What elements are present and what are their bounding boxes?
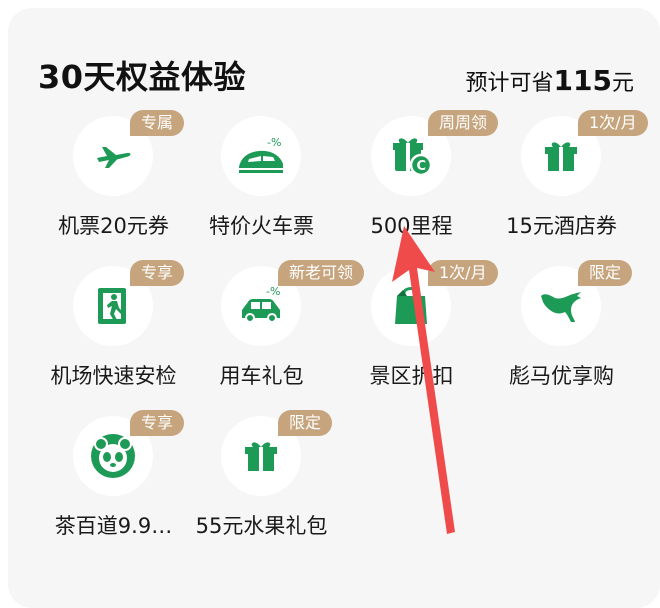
fast-security-icon bbox=[98, 288, 126, 324]
savings-amount: 115 bbox=[553, 64, 612, 97]
benefit-label: 机票20元券 bbox=[58, 214, 169, 238]
benefit-label: 500里程 bbox=[370, 214, 453, 238]
estimated-savings: 预计可省115元 bbox=[466, 64, 634, 97]
benefit-label: 景区折扣 bbox=[369, 364, 454, 388]
benefit-mileage[interactable]: C 周周领 500里程 bbox=[334, 110, 499, 256]
gift-box-icon bbox=[545, 142, 577, 171]
benefit-label: 55元水果礼包 bbox=[195, 514, 328, 538]
benefit-fast-security[interactable]: 专享 机场快速安检 bbox=[36, 260, 186, 406]
benefit-label: 机场快速安检 bbox=[50, 364, 177, 388]
badge: 专享 bbox=[130, 260, 185, 286]
badge: 限定 bbox=[278, 410, 333, 436]
benefit-label: 彪马优享购 bbox=[509, 364, 614, 388]
svg-text:-%: -% bbox=[266, 285, 280, 298]
benefit-label: 15元酒店券 bbox=[506, 214, 617, 238]
shopping-bag-icon bbox=[395, 287, 427, 324]
benefit-fruit-package[interactable]: 限定 55元水果礼包 bbox=[184, 410, 334, 556]
benefit-chabaidao[interactable]: 专享 茶百道9.9… bbox=[36, 410, 186, 556]
benefit-hotel-coupon[interactable]: 1次/月 15元酒店券 bbox=[484, 110, 648, 256]
svg-text:-%: -% bbox=[267, 136, 281, 149]
card-title: 30天权益体验 bbox=[38, 58, 247, 96]
airplane-icon bbox=[97, 147, 131, 168]
savings-unit: 元 bbox=[611, 71, 634, 96]
savings-prefix: 预计可省 bbox=[465, 71, 554, 96]
train-discount-icon: -% bbox=[239, 136, 283, 173]
panda-icon bbox=[91, 434, 135, 478]
badge: 专属 bbox=[130, 110, 185, 136]
benefit-flight-coupon[interactable]: 专属 机票20元券 bbox=[36, 110, 186, 256]
gift-box-icon bbox=[245, 442, 277, 471]
benefit-label: 特价火车票 bbox=[209, 214, 314, 238]
benefit-train-ticket[interactable]: -% 特价火车票 bbox=[184, 116, 334, 256]
benefit-puma[interactable]: 限定 彪马优享购 bbox=[484, 260, 634, 406]
badge: 1次/月 bbox=[578, 110, 648, 136]
badge: 专享 bbox=[130, 410, 185, 436]
puma-icon bbox=[541, 292, 581, 322]
benefit-car-package[interactable]: -% 新老可领 用车礼包 bbox=[184, 260, 365, 406]
benefits-card: 30天权益体验 预计可省115元 专属 机票20元券 -% 特价火车票 C 周周… bbox=[8, 8, 660, 608]
svg-text:C: C bbox=[417, 159, 427, 174]
gift-coin-icon: C bbox=[393, 138, 433, 177]
benefit-label: 用车礼包 bbox=[219, 364, 304, 388]
benefit-label: 茶百道9.9… bbox=[54, 514, 173, 538]
car-discount-icon: -% bbox=[242, 285, 280, 323]
benefit-scenic-discount[interactable]: 1次/月 景区折扣 bbox=[334, 260, 498, 406]
badge: 限定 bbox=[578, 260, 633, 286]
